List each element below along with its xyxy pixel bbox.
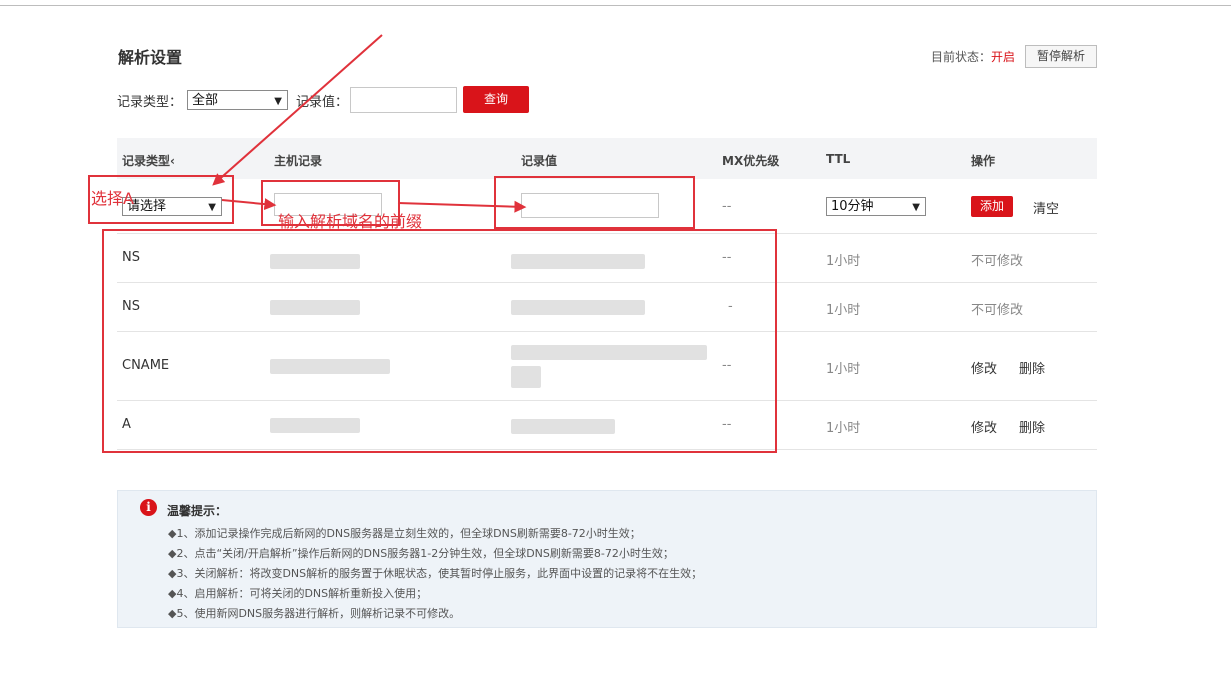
tips-title: 温馨提示： <box>167 504 228 518</box>
info-icon: i <box>140 499 157 516</box>
tip-line-1: ◆1、添加记录操作完成后新网的DNS服务器是立刻生效的，但全球DNS刷新需要8-… <box>168 527 641 540</box>
tip-line-2: ◆2、点击“关闭/开启解析”操作后新网的DNS服务器1-2分钟生效，但全球DNS… <box>168 547 674 560</box>
tip-line-4: ◆4、启用解析：可将关闭的DNS解析重新投入使用； <box>168 587 428 600</box>
arrow-to-host-input <box>221 198 277 211</box>
tip-line-3: ◆3、关闭解析：将改变DNS解析的服务置于休眠状态，使其暂时停止服务，此界面中设… <box>168 567 703 580</box>
arrow-to-type-select <box>212 34 383 186</box>
arrow-to-value-input <box>397 200 527 213</box>
tip-line-5: ◆5、使用新网DNS服务器进行解析，则解析记录不可修改。 <box>168 607 461 620</box>
